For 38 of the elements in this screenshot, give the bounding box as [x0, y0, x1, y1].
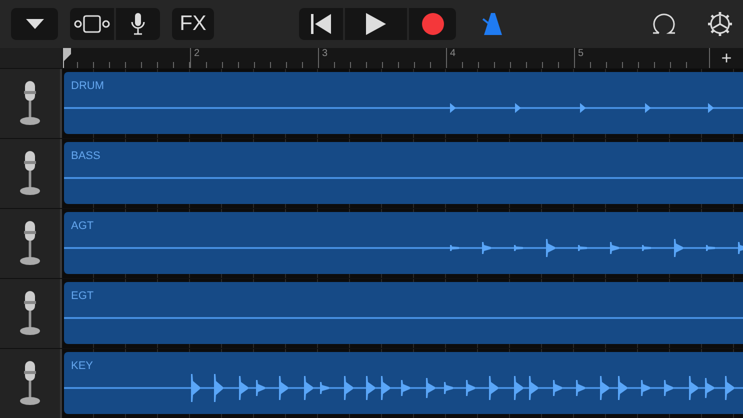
- microphone-icon: [19, 80, 41, 126]
- skip-back-icon: [311, 14, 331, 34]
- tracks-view-icon: [74, 15, 110, 33]
- audio-region[interactable]: KEY: [64, 352, 743, 414]
- bar-number: 4: [450, 48, 456, 59]
- region-name: BASS: [71, 150, 100, 162]
- play-icon: [366, 13, 386, 35]
- audio-region[interactable]: DRUM: [64, 72, 743, 134]
- record-button[interactable]: [409, 8, 456, 40]
- bar-number: 5: [578, 48, 584, 59]
- microphone-icon: [19, 220, 41, 266]
- bar-number: 3: [322, 48, 328, 59]
- bar-number: 2: [194, 48, 200, 59]
- menu-button[interactable]: [11, 8, 58, 40]
- play-button[interactable]: [345, 8, 407, 40]
- settings-icon: [707, 11, 733, 37]
- microphone-icon: [19, 150, 41, 196]
- audio-region[interactable]: EGT: [64, 282, 743, 344]
- microphone-button[interactable]: [116, 8, 160, 40]
- audio-region[interactable]: AGT: [64, 212, 743, 274]
- microphone-icon: [131, 13, 145, 35]
- region-name: KEY: [71, 360, 94, 372]
- record-icon: [422, 13, 444, 35]
- timeline-ruler[interactable]: 2 3 4 5 +: [62, 48, 743, 68]
- microphone-icon: [19, 290, 41, 336]
- region-name: DRUM: [71, 80, 104, 92]
- rewind-button[interactable]: [299, 8, 343, 40]
- playhead-icon[interactable]: [62, 48, 72, 68]
- region-name: AGT: [71, 220, 94, 232]
- microphone-icon: [19, 360, 41, 406]
- region-name: EGT: [71, 290, 94, 302]
- caret-icon: [26, 19, 44, 29]
- loop-button[interactable]: [651, 11, 677, 37]
- audio-region[interactable]: BASS: [64, 142, 743, 204]
- loop-icon: [651, 11, 677, 37]
- settings-button[interactable]: [707, 11, 733, 37]
- fx-button[interactable]: FX: [172, 8, 214, 40]
- tracks-view-button[interactable]: [70, 8, 114, 40]
